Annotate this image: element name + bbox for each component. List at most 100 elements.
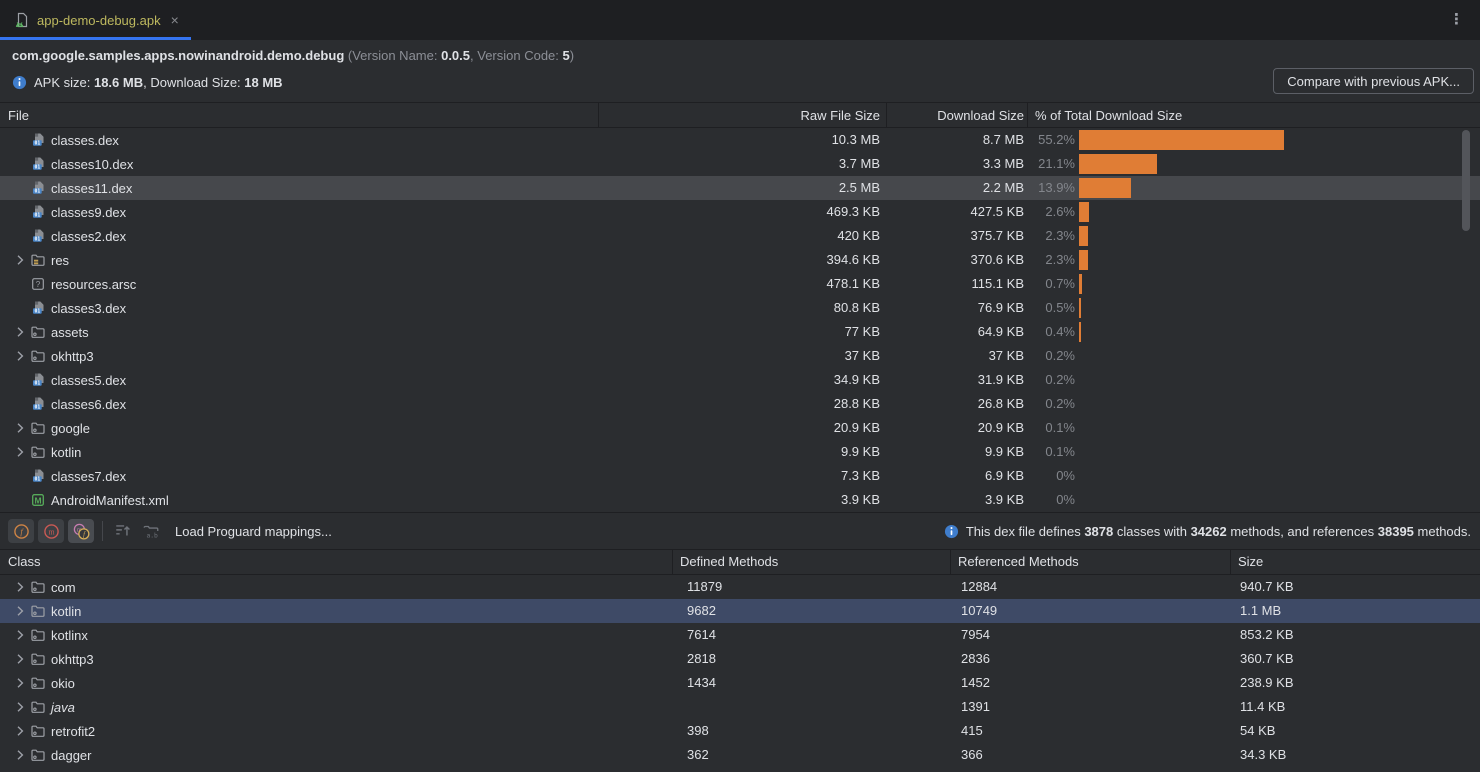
column-divider[interactable] bbox=[598, 103, 599, 127]
show-fields-toggle[interactable]: f bbox=[8, 519, 34, 543]
file-row[interactable]: res 394.6 KB 370.6 KB 2.3% bbox=[0, 248, 1480, 272]
folder-icon bbox=[30, 603, 46, 619]
chevron-right-icon[interactable] bbox=[12, 627, 28, 643]
package-size: 238.9 KB bbox=[1240, 671, 1294, 695]
file-name: classes2.dex bbox=[51, 229, 126, 244]
apk-file-icon bbox=[14, 12, 30, 28]
chevron-right-icon[interactable] bbox=[12, 603, 28, 619]
file-row[interactable]: 01 classes7.dex 7.3 KB 6.9 KB 0% bbox=[0, 464, 1480, 488]
file-name: resources.arsc bbox=[51, 277, 136, 292]
chevron-right-icon[interactable] bbox=[12, 348, 28, 364]
file-row[interactable]: 01 classes5.dex 34.9 KB 31.9 KB 0.2% bbox=[0, 368, 1480, 392]
file-row[interactable]: M AndroidManifest.xml 3.9 KB 3.9 KB 0% bbox=[0, 488, 1480, 512]
file-row[interactable]: ? resources.arsc 478.1 KB 115.1 KB 0.7% bbox=[0, 272, 1480, 296]
class-table-header: Class Defined Methods Referenced Methods… bbox=[0, 550, 1480, 575]
class-row[interactable]: kotlin 9682 10749 1.1 MB bbox=[0, 599, 1480, 623]
tab-apk-analyzer[interactable]: app-demo-debug.apk × bbox=[0, 0, 191, 40]
class-row[interactable]: kotlinx 7614 7954 853.2 KB bbox=[0, 623, 1480, 647]
svg-text:m: m bbox=[48, 527, 54, 536]
pct-of-total: 0.2% bbox=[1045, 392, 1075, 416]
compare-previous-apk-button[interactable]: Compare with previous APK... bbox=[1273, 68, 1474, 94]
column-header-raw-size[interactable]: Raw File Size bbox=[801, 103, 880, 128]
chevron-right-icon[interactable] bbox=[12, 324, 28, 340]
column-header-pct[interactable]: % of Total Download Size bbox=[1035, 103, 1182, 128]
file-row[interactable]: google 20.9 KB 20.9 KB 0.1% bbox=[0, 416, 1480, 440]
class-row[interactable]: okio 1434 1452 238.9 KB bbox=[0, 671, 1480, 695]
column-header-defined-methods[interactable]: Defined Methods bbox=[680, 550, 778, 574]
tab-title: app-demo-debug.apk bbox=[37, 13, 161, 28]
raw-file-size: 20.9 KB bbox=[834, 416, 880, 440]
file-row[interactable]: 01 classes10.dex 3.7 MB 3.3 MB 21.1% bbox=[0, 152, 1480, 176]
folder-icon bbox=[30, 348, 46, 364]
file-row[interactable]: 01 classes.dex 10.3 MB 8.7 MB 55.2% bbox=[0, 128, 1480, 152]
download-pct-bar bbox=[1079, 274, 1082, 294]
column-header-referenced-methods[interactable]: Referenced Methods bbox=[958, 550, 1079, 574]
sort-tree-button[interactable] bbox=[111, 519, 135, 543]
package-size: 940.7 KB bbox=[1240, 575, 1294, 599]
class-tree: com 11879 12884 940.7 KB kotlin 9682 107… bbox=[0, 575, 1480, 767]
file-name: classes7.dex bbox=[51, 469, 126, 484]
toolbar-separator bbox=[102, 521, 103, 541]
class-row[interactable]: okhttp3 2818 2836 360.7 KB bbox=[0, 647, 1480, 671]
folder-icon bbox=[30, 324, 46, 340]
svg-text:a.b: a.b bbox=[146, 532, 158, 539]
column-header-size[interactable]: Size bbox=[1238, 550, 1263, 574]
class-row[interactable]: retrofit2 398 415 54 KB bbox=[0, 719, 1480, 743]
defined-methods: 398 bbox=[687, 719, 709, 743]
pct-of-total: 2.3% bbox=[1045, 224, 1075, 248]
file-row[interactable]: 01 classes6.dex 28.8 KB 26.8 KB 0.2% bbox=[0, 392, 1480, 416]
file-row[interactable]: 01 classes11.dex 2.5 MB 2.2 MB 13.9% bbox=[0, 176, 1480, 200]
show-methods-toggle[interactable]: m bbox=[38, 519, 64, 543]
close-icon[interactable]: × bbox=[171, 13, 179, 27]
chevron-right-icon[interactable] bbox=[12, 723, 28, 739]
class-row[interactable]: com 11879 12884 940.7 KB bbox=[0, 575, 1480, 599]
column-divider[interactable] bbox=[886, 103, 887, 127]
file-row[interactable]: 01 classes3.dex 80.8 KB 76.9 KB 0.5% bbox=[0, 296, 1480, 320]
file-name: assets bbox=[51, 325, 89, 340]
column-header-file[interactable]: File bbox=[8, 103, 29, 128]
package-line: com.google.samples.apps.nowinandroid.dem… bbox=[12, 45, 1468, 67]
class-row[interactable]: dagger 362 366 34.3 KB bbox=[0, 743, 1480, 767]
vertical-scrollbar[interactable] bbox=[1462, 130, 1470, 231]
file-row[interactable]: okhttp3 37 KB 37 KB 0.2% bbox=[0, 344, 1480, 368]
file-row[interactable]: 01 classes2.dex 420 KB 375.7 KB 2.3% bbox=[0, 224, 1480, 248]
download-size: 2.2 MB bbox=[983, 176, 1024, 200]
package-size: 34.3 KB bbox=[1240, 743, 1286, 767]
dex-icon: 01 bbox=[30, 180, 46, 196]
package-name: com.google.samples.apps.nowinandroid.dem… bbox=[12, 48, 344, 63]
file-name: classes.dex bbox=[51, 133, 119, 148]
chevron-right-icon[interactable] bbox=[12, 579, 28, 595]
methods-count: 34262 bbox=[1191, 524, 1227, 539]
package-size: 54 KB bbox=[1240, 719, 1275, 743]
show-referenced-toggle[interactable]: mf bbox=[68, 519, 94, 543]
pct-of-total: 2.3% bbox=[1045, 248, 1075, 272]
file-name: classes10.dex bbox=[51, 157, 133, 172]
dex-icon: 01 bbox=[30, 468, 46, 484]
chevron-right-icon[interactable] bbox=[12, 420, 28, 436]
column-divider[interactable] bbox=[950, 550, 951, 574]
column-divider[interactable] bbox=[672, 550, 673, 574]
raw-file-size: 2.5 MB bbox=[839, 176, 880, 200]
column-divider[interactable] bbox=[1027, 103, 1028, 127]
chevron-right-icon[interactable] bbox=[12, 747, 28, 763]
load-proguard-mappings-label[interactable]: Load Proguard mappings... bbox=[175, 524, 332, 539]
package-name: okio bbox=[51, 676, 75, 691]
chevron-right-icon[interactable] bbox=[12, 675, 28, 691]
chevron-right-icon[interactable] bbox=[12, 651, 28, 667]
more-options-icon[interactable]: ⋮ bbox=[1449, 10, 1464, 30]
file-row[interactable]: 01 classes9.dex 469.3 KB 427.5 KB 2.6% bbox=[0, 200, 1480, 224]
file-row[interactable]: kotlin 9.9 KB 9.9 KB 0.1% bbox=[0, 440, 1480, 464]
chevron-right-icon[interactable] bbox=[12, 252, 28, 268]
column-divider[interactable] bbox=[1230, 550, 1231, 574]
chevron-right-icon[interactable] bbox=[12, 444, 28, 460]
apk-size-line: APK size: 18.6 MB, Download Size: 18 MB bbox=[12, 70, 1468, 94]
file-name: classes6.dex bbox=[51, 397, 126, 412]
load-mappings-folder-icon[interactable]: a.b bbox=[139, 519, 163, 543]
chevron-right-icon[interactable] bbox=[12, 699, 28, 715]
column-header-download-size[interactable]: Download Size bbox=[937, 103, 1024, 128]
file-row[interactable]: assets 77 KB 64.9 KB 0.4% bbox=[0, 320, 1480, 344]
download-pct-bar bbox=[1079, 226, 1088, 246]
column-header-class[interactable]: Class bbox=[8, 550, 41, 574]
folder-icon bbox=[30, 444, 46, 460]
class-row[interactable]: java 1391 11.4 KB bbox=[0, 695, 1480, 719]
